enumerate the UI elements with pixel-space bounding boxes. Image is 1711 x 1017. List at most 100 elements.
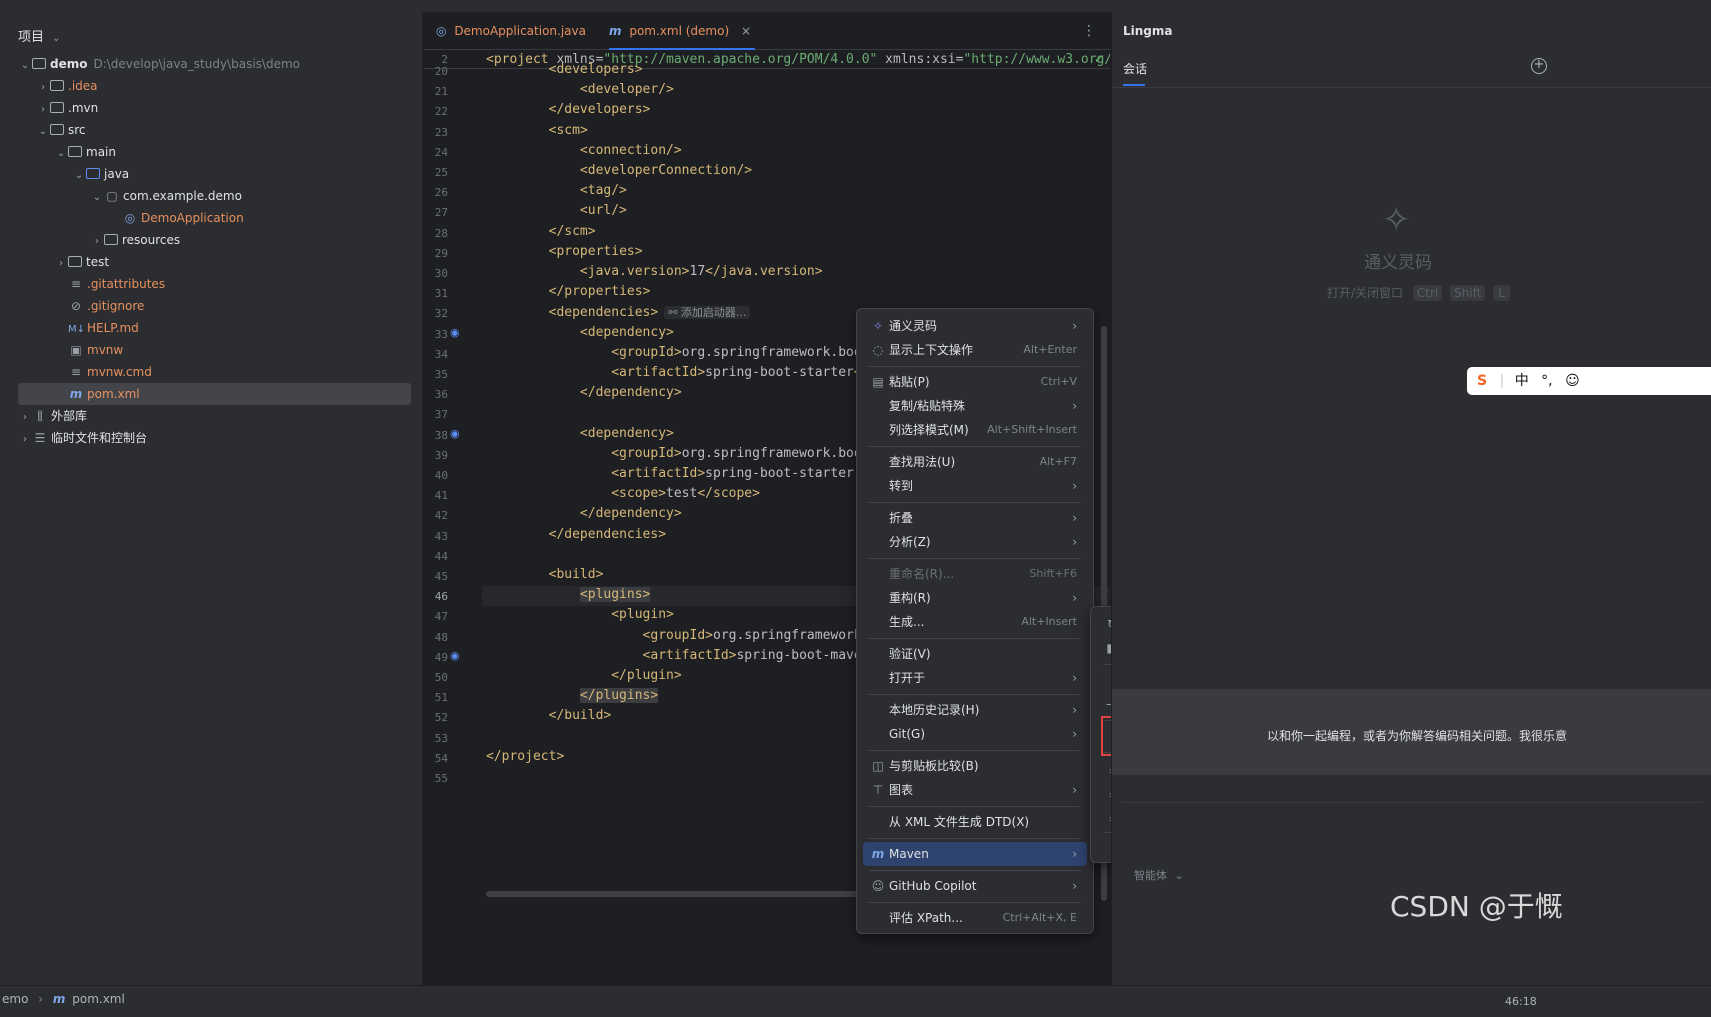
chevron-right-icon: › [1072,879,1077,893]
menu-item[interactable]: 重构(R) › [863,586,1087,610]
menu-item[interactable]: Git(G) › [863,722,1087,746]
menu-item-shortcut: Alt+Shift+Insert [987,423,1077,436]
tree-item[interactable]: › resources [0,229,423,251]
tree-item[interactable]: › test [0,251,423,273]
bulb-icon: ◌ [872,343,884,357]
menu-item[interactable]: 折叠 › [863,506,1087,530]
add-starter-hint[interactable]: ⚯ 添加启动器... [664,306,751,320]
breadcrumb-module[interactable]: emo [2,992,28,1006]
tree-item-label: 外部库 [51,409,88,423]
tree-item[interactable]: ⌄ src [0,119,423,141]
menu-item[interactable]: ✧ 通义灵码 › [863,314,1087,338]
ime-separator: | [1499,373,1505,389]
maven-icon: m [609,24,622,38]
terminal-file-icon: ▣ [70,343,82,357]
chevron-right-icon[interactable]: › [18,407,32,429]
tree-item[interactable]: ⌄ ▢ com.example.demo [0,185,423,207]
menu-item[interactable]: 转到 › [863,474,1087,498]
tree-item[interactable]: › ⫼ 外部库 [0,405,423,427]
chevron-down-icon[interactable]: ⌄ [36,121,50,143]
menu-item-label: 显示上下文操作 [889,343,974,357]
menu-item[interactable]: 本地历史记录(H) › [863,698,1087,722]
line-number: 42 [434,509,448,523]
tree-item[interactable]: ▣ mvnw [0,339,423,361]
chevron-right-icon[interactable]: › [54,253,68,275]
chevron-right-icon[interactable]: › [36,99,50,121]
tab-pom-xml[interactable]: m pom.xml (demo) × [609,12,756,50]
tree-item-label: mvnw [87,343,124,357]
chevron-down-icon[interactable]: ⌄ [72,165,86,187]
tree-item[interactable]: ⌄ main [0,141,423,163]
tab-conversation[interactable]: 会话 [1123,60,1147,86]
tree-item[interactable]: › ☰ 临时文件和控制台 [0,427,423,449]
folder-icon [50,124,64,135]
chevron-down-icon[interactable]: ⌄ [54,143,68,165]
spring-class-icon: ◎ [124,211,136,225]
tree-item-label: DemoApplication [141,211,244,225]
run-gutter-icon[interactable]: ◉ [450,427,460,440]
chevron-down-icon[interactable]: ⌄ [18,55,32,77]
menu-item[interactable]: ☺ GitHub Copilot › [863,874,1087,898]
breadcrumb-file[interactable]: pom.xml [72,992,125,1006]
menu-item[interactable]: 验证(V) [863,642,1087,666]
tree-item[interactable]: ◎ DemoApplication [0,207,423,229]
menu-item[interactable]: m Maven › [863,842,1087,866]
menu-item[interactable]: ▤ 粘贴(P) Ctrl+V [863,370,1087,394]
menu-item[interactable]: 从 XML 文件生成 DTD(X) [863,810,1087,834]
editor-context-menu: ✧ 通义灵码 › ◌ 显示上下文操作 Alt+Enter ▤ 粘贴(P) Ctrl+V 复制/粘贴… [856,308,1094,934]
menu-item-label: Maven [889,847,929,861]
tree-item[interactable]: ≡ .gitattributes [0,273,423,295]
menu-separator [869,502,1081,503]
source-folder-icon [86,168,100,179]
chevron-right-icon[interactable]: › [36,77,50,99]
menu-item[interactable]: 评估 XPath... Ctrl+Alt+X, E [863,906,1087,930]
menu-item-label: 图表 [889,783,914,797]
menu-item[interactable]: 列选择模式(M) Alt+Shift+Insert [863,418,1087,442]
tree-item[interactable]: m pom.xml [0,383,423,405]
module-folder-icon [32,58,46,69]
line-number: 25 [434,166,448,179]
chevron-right-icon[interactable]: › [18,429,32,451]
tree-item-label: 临时文件和控制台 [51,431,148,445]
tree-item[interactable]: ⊘ .gitignore [0,295,423,317]
tree-item-label: HELP.md [87,321,139,335]
line-number: 31 [434,287,448,301]
run-gutter-icon[interactable]: ◉ [450,649,460,662]
tab-conversation-label: 会话 [1123,62,1148,76]
scrollbar-horizontal[interactable] [486,891,858,897]
code-line: <groupId>org.springframework.boot</grou [611,445,916,461]
tree-item[interactable]: ⌄ demo D:\develop\java_study\basis\demo [0,53,423,75]
panel-divider [1112,87,1711,88]
tree-item[interactable]: › .idea [0,75,423,97]
line-number: 53 [434,731,448,745]
more-options-icon[interactable]: ⋮ [1082,12,1096,50]
tree-item[interactable]: ≡ mvnw.cmd [0,361,423,383]
ime-toolbar[interactable]: S | 中 °, ☺ [1467,367,1711,395]
run-gutter-icon[interactable]: ◉ [450,326,460,339]
breadcrumb: emo › m pom.xml [2,992,125,1006]
close-icon[interactable]: × [741,24,751,38]
menu-item[interactable]: ◫ 与剪贴板比较(B) [863,754,1087,778]
menu-item[interactable]: 分析(Z) › [863,530,1087,554]
menu-separator [869,638,1081,639]
menu-item-label: Git(G) [889,727,925,741]
chevron-right-icon: › [1072,591,1077,605]
tree-item-label: .gitignore [87,299,145,313]
project-panel-header[interactable]: 项目 ⌄ [18,26,61,45]
tree-item[interactable]: M↓ HELP.md [0,317,423,339]
chevron-right-icon[interactable]: › [90,231,104,253]
agent-mode-selector[interactable]: 智能体 ⌄ [1134,867,1184,883]
tab-demo-application[interactable]: ◎ DemoApplication.java [436,12,586,50]
menu-item[interactable]: ◌ 显示上下文操作 Alt+Enter [863,338,1087,362]
menu-item[interactable]: 打开于 › [863,666,1087,690]
code-line: </properties> [548,284,651,300]
code-line: <developers> [548,62,643,77]
tree-item[interactable]: › .mvn [0,97,423,119]
menu-item[interactable]: 复制/粘贴特殊 › [863,394,1087,418]
menu-item[interactable]: 生成... Alt+Insert [863,610,1087,634]
chevron-down-icon[interactable]: ⌄ [90,187,104,209]
menu-item[interactable]: 查找用法(U) Alt+F7 [863,450,1087,474]
menu-item[interactable]: ⊤ 图表 › [863,778,1087,802]
new-session-icon[interactable]: + [1531,58,1547,74]
tree-item[interactable]: ⌄ java [0,163,423,185]
